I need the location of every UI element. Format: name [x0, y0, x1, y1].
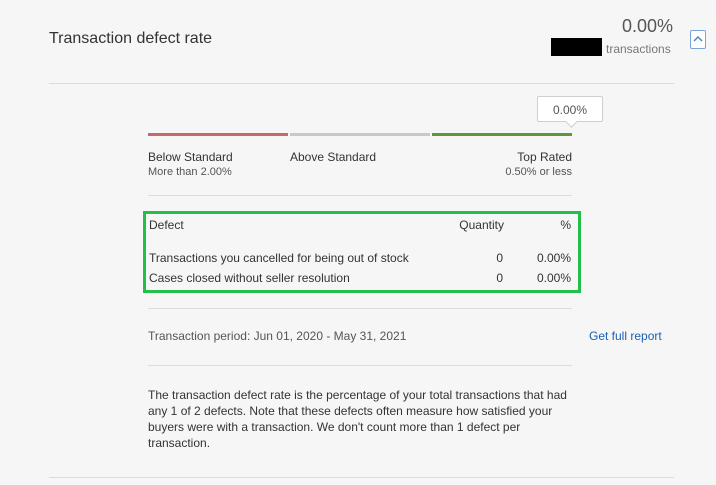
- table-row-percent: 0.00%: [536, 251, 571, 265]
- table-row-percent: 0.00%: [536, 271, 571, 285]
- table-row-defect: Transactions you cancelled for being out…: [149, 251, 409, 265]
- table-row-quantity: 0: [496, 251, 503, 265]
- transactions-label: transactions: [606, 42, 671, 56]
- table-divider: [148, 308, 572, 309]
- scale-divider: [148, 195, 572, 196]
- defect-table: Defect Quantity % Transactions you cance…: [143, 211, 581, 293]
- chevron-up-icon: [693, 35, 703, 42]
- top-rated-label: Top Rated: [517, 150, 572, 164]
- header-divider: [49, 83, 674, 84]
- redacted-transaction-count: [551, 38, 602, 56]
- footer-divider: [49, 477, 674, 478]
- table-row-quantity: 0: [496, 271, 503, 285]
- get-full-report-link[interactable]: Get full report: [589, 329, 662, 343]
- transaction-defect-panel: Transaction defect rate 0.00% transactio…: [0, 0, 716, 485]
- above-standard-label: Above Standard: [290, 150, 377, 164]
- below-standard-bar: [148, 133, 288, 136]
- collapse-button[interactable]: [690, 30, 706, 49]
- defect-rate-description: The transaction defect rate is the perce…: [148, 388, 567, 450]
- panel-title: Transaction defect rate: [49, 30, 213, 47]
- defect-column-header: Defect: [149, 218, 184, 232]
- transaction-period: Transaction period: Jun 01, 2020 - May 3…: [148, 329, 407, 343]
- top-rated-threshold: 0.50% or less: [505, 166, 572, 178]
- percent-column-header: %: [560, 218, 571, 232]
- below-standard-threshold: More than 2.00%: [148, 166, 232, 178]
- below-standard-label: Below Standard: [148, 150, 233, 164]
- current-rate-indicator: 0.00%: [537, 96, 603, 122]
- above-standard-bar: [290, 133, 430, 136]
- top-rated-bar: [432, 133, 572, 136]
- period-divider: [148, 365, 572, 366]
- table-row-defect: Cases closed without seller resolution: [149, 271, 350, 285]
- quantity-column-header: Quantity: [459, 218, 504, 232]
- defect-rate-value: 0.00%: [621, 16, 673, 36]
